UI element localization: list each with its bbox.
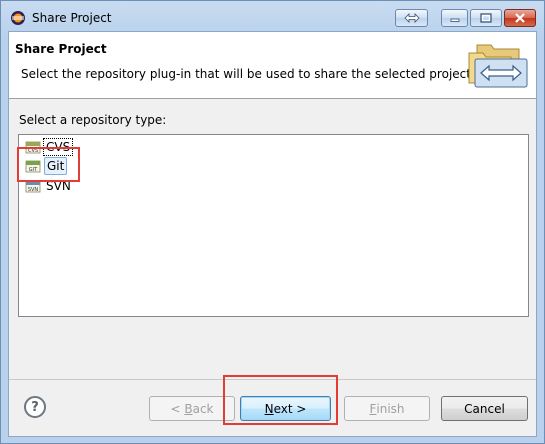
maximize-button[interactable] [470,9,502,27]
repository-label-svn: SVN [46,179,71,193]
wizard-header: Share Project Select the repository plug… [9,32,536,99]
list-item[interactable]: GIT Git [25,157,68,175]
repository-label-git: Git [44,157,68,175]
cvs-icon: CVS [25,141,41,154]
svn-icon: SVN [25,180,41,193]
double-arrow-icon [403,13,420,23]
finish-mnemonic: F [369,401,377,416]
list-item[interactable]: CVS CVS [25,138,74,156]
page-description: Select the repository plug-in that will … [21,67,475,81]
dialog-window: Share Project Share Project Select the r… [0,0,545,444]
close-icon [515,13,525,23]
repository-type-label: Select a repository type: [19,113,167,127]
page-title: Share Project [15,42,107,56]
window-title: Share Project [32,11,112,25]
help-icon: ? [31,399,39,415]
back-button[interactable]: < Back [149,396,235,421]
restore-size-button[interactable] [395,9,428,27]
footer-divider [9,379,536,380]
repository-label-cvs: CVS [42,138,74,156]
svg-text:CVS: CVS [28,148,38,154]
help-button[interactable]: ? [24,396,46,418]
git-icon: GIT [25,160,41,173]
next-label-rest: ext > [273,401,307,416]
close-button[interactable] [504,9,536,27]
share-project-folder-icon [468,44,528,88]
svg-text:SVN: SVN [28,187,39,193]
back-prefix: < [170,401,185,416]
back-mnemonic: B [184,401,193,416]
svg-text:GIT: GIT [29,167,38,173]
repository-type-list[interactable]: CVS CVS GIT Git SVN SVN [18,134,529,317]
cancel-button[interactable]: Cancel [441,396,528,421]
wizard-body: Select a repository type: CVS CVS GIT Gi… [9,99,536,379]
minimize-icon [450,18,459,22]
finish-label-rest: inish [376,401,405,416]
minimize-button[interactable] [441,9,468,27]
back-label-rest: ack [192,401,214,416]
maximize-icon [480,13,492,23]
next-mnemonic: N [264,401,274,416]
finish-button[interactable]: Finish [344,396,430,421]
dialog-client-area: Share Project Select the repository plug… [8,31,537,437]
next-button[interactable]: Next > [240,396,331,421]
list-item[interactable]: SVN SVN [25,177,73,195]
eclipse-icon [11,11,25,25]
